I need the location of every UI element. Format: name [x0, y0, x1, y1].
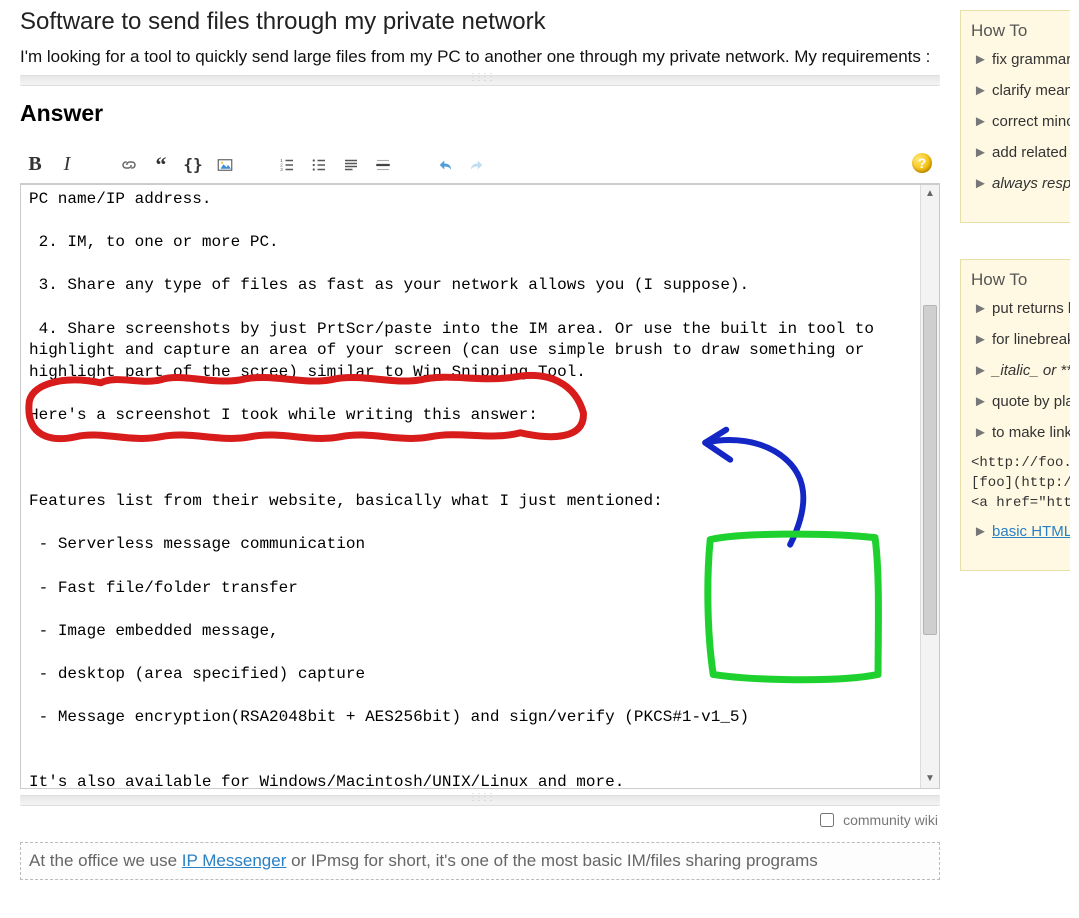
help-panel-edit: How To fix grammar clarify meaning corre… — [960, 10, 1070, 223]
heading-icon — [342, 156, 360, 174]
quote-button[interactable]: “ — [148, 153, 174, 177]
link-button[interactable] — [116, 153, 142, 177]
help-item: put returns between — [973, 300, 1070, 317]
question-title: Software to send files through my privat… — [20, 8, 940, 36]
community-wiki-label[interactable]: community wiki — [843, 812, 938, 828]
help-link-list: basic HTML — [971, 523, 1070, 540]
answer-heading: Answer — [20, 100, 940, 127]
help-item: correct minor mistakes — [973, 113, 1070, 130]
help-item: clarify meaning — [973, 82, 1070, 99]
preview-link[interactable]: IP Messenger — [182, 851, 287, 870]
community-wiki-row: community wiki — [20, 810, 938, 830]
preview-suffix: or IPmsg for short, it's one of the most… — [286, 851, 817, 870]
answer-preview: At the office we use IP Messenger or IPm… — [20, 842, 940, 880]
scroll-down-arrow[interactable]: ▼ — [921, 770, 939, 788]
editor-container: ▲ ▼ — [20, 184, 940, 789]
scroll-up-arrow[interactable]: ▲ — [921, 185, 939, 203]
svg-text:3: 3 — [280, 167, 283, 172]
help-panel-format: How To put returns between for linebreak… — [960, 259, 1070, 571]
help-panel-title: How To — [971, 21, 1070, 41]
right-sidebar: How To fix grammar clarify meaning corre… — [960, 0, 1070, 918]
scrollbar[interactable]: ▲ ▼ — [920, 185, 940, 788]
help-panel-title: How To — [971, 270, 1070, 290]
olist-icon: 123 — [278, 156, 296, 174]
code-button[interactable]: {} — [180, 153, 206, 177]
help-item: quote by placing — [973, 393, 1070, 410]
help-item: _italic_ or **bold** — [973, 362, 1070, 379]
help-button[interactable]: ? — [912, 153, 932, 173]
scroll-thumb[interactable] — [923, 305, 937, 635]
redo-icon — [468, 156, 486, 174]
basic-html-link[interactable]: basic HTML — [992, 523, 1070, 540]
editor-toolbar: B I “ {} 123 — [20, 149, 940, 184]
hr-button[interactable] — [370, 153, 396, 177]
redo-button[interactable] — [464, 153, 490, 177]
preview-prefix: At the office we use — [29, 851, 182, 870]
help-item: always respect — [973, 175, 1070, 192]
help-item: for linebreak add — [973, 331, 1070, 348]
help-mono: [foo](http://foo.com) — [971, 475, 1070, 491]
question-body: I'm looking for a tool to quickly send l… — [20, 46, 940, 69]
ulist-icon — [310, 156, 328, 174]
heading-button[interactable] — [338, 153, 364, 177]
help-item: fix grammar — [973, 51, 1070, 68]
hr-icon — [374, 156, 392, 174]
undo-icon — [436, 156, 454, 174]
help-panel-list: fix grammar clarify meaning correct mino… — [971, 51, 1070, 192]
resize-divider-bottom[interactable] — [20, 795, 940, 806]
help-mono: <http://foo.com> — [971, 455, 1070, 471]
undo-button[interactable] — [432, 153, 458, 177]
bold-button[interactable]: B — [22, 153, 48, 177]
ordered-list-button[interactable]: 123 — [274, 153, 300, 177]
community-wiki-checkbox[interactable] — [820, 813, 834, 827]
image-icon — [216, 156, 234, 174]
help-item: to make links — [973, 424, 1070, 441]
answer-textarea[interactable] — [21, 185, 920, 788]
image-button[interactable] — [212, 153, 238, 177]
link-icon — [120, 156, 138, 174]
help-panel-list: put returns between for linebreak add _i… — [971, 300, 1070, 441]
main-column: Software to send files through my privat… — [0, 0, 960, 918]
resize-divider-top[interactable] — [20, 75, 940, 86]
help-mono: <a href="http://foo.com">foo</a> — [971, 495, 1070, 511]
unordered-list-button[interactable] — [306, 153, 332, 177]
help-item-link: basic HTML — [973, 523, 1070, 540]
italic-button[interactable]: I — [54, 153, 80, 177]
help-item: add related resources — [973, 144, 1070, 161]
